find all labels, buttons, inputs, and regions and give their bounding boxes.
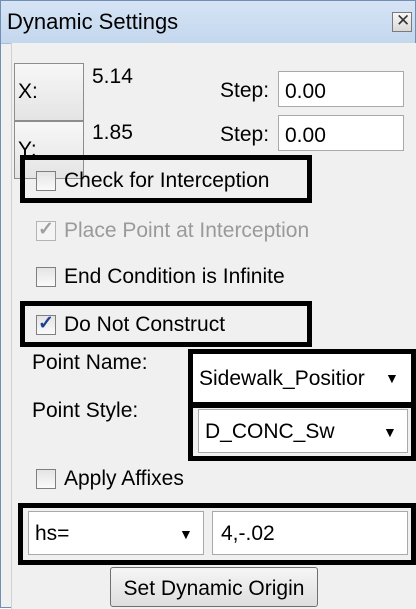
x-value: 5.14 <box>92 65 133 88</box>
place-point-label: Place Point at Interception <box>64 219 310 242</box>
chevron-down-icon[interactable]: ▼ <box>385 370 399 386</box>
do-not-construct-label[interactable]: Do Not Construct <box>64 313 225 337</box>
dynamic-settings-window: Dynamic Settings ✕ X: 5.14 Step: 0.00 Y:… <box>0 0 416 609</box>
point-style-dropdown[interactable]: D_CONC_Sw ▼ <box>198 409 408 453</box>
y-step-value: 0.00 <box>285 124 326 147</box>
affix-input-value: 4,-.02 <box>221 522 275 545</box>
y-step-input[interactable]: 0.00 <box>278 115 404 151</box>
affix-select-value: hs= <box>35 522 70 545</box>
point-name-value: Sidewalk_Positior <box>199 367 365 390</box>
affix-dropdown[interactable]: hs= ▼ <box>28 511 204 555</box>
set-dynamic-origin-label: Set Dynamic Origin <box>123 577 305 600</box>
x-step-value: 0.00 <box>285 80 326 103</box>
close-icon: ✕ <box>396 11 411 30</box>
point-name-label: Point Name: <box>32 351 148 374</box>
y-step-label: Step: <box>220 123 270 146</box>
x-button-label: X: <box>18 80 38 103</box>
point-style-value: D_CONC_Sw <box>205 420 335 443</box>
end-condition-label[interactable]: End Condition is Infinite <box>64 265 285 289</box>
close-button[interactable]: ✕ <box>392 11 412 32</box>
settings-panel: X: 5.14 Step: 0.00 Y: 1.85 Step: 0.00 Ch… <box>11 43 416 609</box>
x-step-label: Step: <box>220 79 270 102</box>
end-condition-checkbox[interactable] <box>36 267 56 287</box>
set-dynamic-origin-button[interactable]: Set Dynamic Origin <box>110 567 318 607</box>
place-point-checkbox[interactable]: ✓ <box>36 219 56 241</box>
apply-affixes-label[interactable]: Apply Affixes <box>64 467 184 491</box>
chevron-down-icon[interactable]: ▼ <box>179 526 193 542</box>
apply-affixes-checkbox[interactable] <box>36 469 56 489</box>
title-bar[interactable]: Dynamic Settings ✕ <box>1 1 415 44</box>
chevron-down-icon[interactable]: ▼ <box>383 424 397 440</box>
point-name-dropdown[interactable]: Sidewalk_Positior ▼ <box>193 354 411 402</box>
check-interception-checkbox[interactable] <box>36 171 56 191</box>
do-not-construct-checkbox[interactable]: ✓ <box>36 313 56 335</box>
x-coordinate-button[interactable]: X: <box>14 63 84 121</box>
x-step-input[interactable]: 0.00 <box>278 71 404 107</box>
point-style-label: Point Style: <box>32 399 139 422</box>
y-value: 1.85 <box>92 121 133 144</box>
checkmark-icon: ✓ <box>38 313 54 334</box>
affix-value-input[interactable]: 4,-.02 <box>212 511 408 555</box>
checkmark-icon: ✓ <box>38 219 54 240</box>
check-interception-label[interactable]: Check for Interception <box>64 169 269 193</box>
window-title: Dynamic Settings <box>7 9 179 34</box>
